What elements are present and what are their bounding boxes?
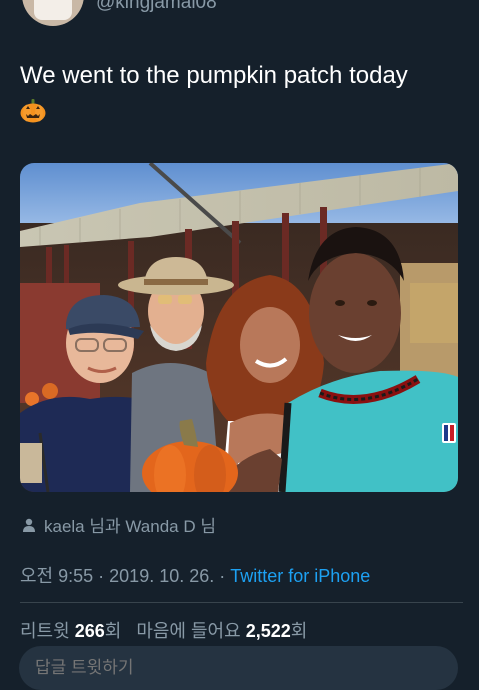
retweets-stat[interactable]: 리트윗 266회 [20,621,121,640]
author-handle[interactable]: @kingjamal08 [96,0,217,14]
reply-input[interactable] [19,646,458,690]
meta-separator: · [93,566,110,586]
tweet-photo[interactable] [20,163,458,492]
tweet-stats: 리트윗 266회 마음에 들어요 2,522회 [20,618,307,640]
divider [20,602,463,603]
avatar-shirt [34,0,72,20]
social-context-text: kaela 님과 Wanda D 님 [44,517,216,536]
jack-o-lantern-icon [20,98,46,123]
likes-unit: 회 [290,621,308,640]
likes-stat[interactable]: 마음에 들어요 2,522회 [136,621,307,640]
tweet-text-body: We went to the pumpkin patch today [20,62,408,89]
retweets-label: 리트윗 [20,621,75,640]
reply-bar [0,640,479,690]
meta-separator: · [214,566,231,586]
likes-label: 마음에 들어요 [136,621,246,640]
retweets-unit: 회 [104,621,122,640]
tweet-meta: 오전 9:55 · 2019. 10. 26. · Twitter for iP… [20,562,370,588]
author-avatar[interactable] [22,0,84,26]
social-context[interactable]: kaela 님과 Wanda D 님 [22,512,216,537]
tweet-header: @kingjamal08 [22,0,217,26]
tweet-date: 2019. 10. 26. [109,566,215,586]
person-icon [23,518,35,532]
likes-count: 2,522 [245,621,291,640]
tweet-text: We went to the pumpkin patch today [20,58,460,130]
tweet-source-link[interactable]: Twitter for iPhone [230,566,370,586]
tweet-time: 오전 9:55 [20,566,94,586]
retweets-count: 266 [74,621,105,640]
